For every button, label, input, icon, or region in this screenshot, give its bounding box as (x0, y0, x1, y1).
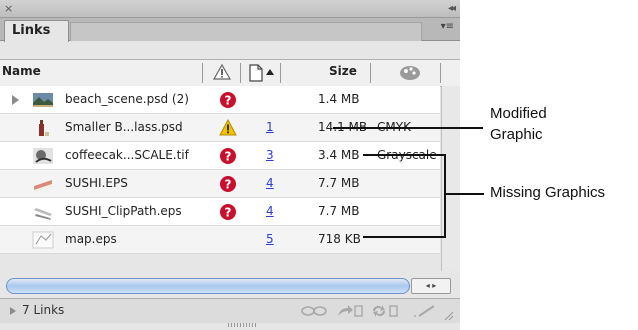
callout-line-missing (444, 193, 484, 195)
link-count: 7 Links (22, 303, 65, 317)
panel-menu-icon[interactable]: ▾≡ (441, 21, 454, 32)
column-name[interactable]: Name (2, 64, 41, 78)
callout-bracket-bottom (363, 236, 446, 238)
link-size: 1.4 MB (318, 92, 360, 106)
svg-text:?: ? (225, 94, 232, 108)
landscape-thumb-icon (32, 90, 54, 110)
link-filename: coffeecak...SCALE.tif (65, 148, 189, 162)
resize-grip-icon[interactable] (444, 311, 454, 321)
bottle-thumb-icon (32, 118, 54, 138)
link-row[interactable]: SUSHI.EPS? 4 7.7 MB (0, 170, 440, 198)
horizontal-scrollbar[interactable]: ◂ ▸ (6, 278, 451, 294)
scroll-thumb[interactable] (6, 278, 410, 294)
missing-link-icon[interactable]: ? (219, 203, 237, 221)
links-list: beach_scene.psd (2)? 1.4 MB Smaller B...la… (0, 86, 440, 254)
modified-link-icon[interactable] (219, 118, 237, 137)
scroll-arrows[interactable]: ◂ ▸ (411, 278, 451, 294)
sushi-clip-thumb-icon (32, 202, 54, 222)
link-row[interactable]: map.eps 5 718 KB (0, 226, 440, 254)
column-divider (240, 63, 241, 83)
expand-info-icon[interactable] (10, 307, 16, 315)
link-size: 718 KB (318, 232, 361, 246)
link-size: 7.7 MB (318, 176, 360, 190)
link-page-number[interactable]: 1 (266, 120, 274, 134)
link-size: 3.4 MB (318, 148, 360, 162)
sort-ascending-icon[interactable] (266, 69, 274, 75)
callout-bracket-top (363, 154, 446, 156)
sushi-thumb-icon (32, 174, 54, 194)
link-filename: map.eps (65, 232, 117, 246)
callout-bracket-side (444, 154, 446, 238)
tab-bar: Links ▾≡ (0, 18, 460, 42)
link-page-number[interactable]: 4 (266, 176, 274, 190)
tab-links[interactable]: Links (4, 20, 69, 42)
links-panel: × ◂◂ Links ▾≡ Name Size beach_scene.psd … (0, 0, 460, 330)
column-divider (280, 63, 281, 83)
missing-link-icon[interactable]: ? (219, 147, 237, 165)
panel-footer: 7 Links (0, 298, 460, 323)
missing-link-icon[interactable]: ? (219, 91, 237, 109)
grayscale-thumb-icon (32, 146, 54, 166)
panel-drag-handle[interactable] (228, 323, 258, 327)
status-column-icon[interactable] (212, 63, 232, 81)
link-filename: SUSHI_ClipPath.eps (65, 204, 182, 218)
column-header: Name Size (0, 59, 460, 87)
map-thumb-icon (32, 230, 54, 250)
update-link-icon[interactable] (370, 304, 400, 318)
link-page-number[interactable]: 4 (266, 204, 274, 218)
link-filename: beach_scene.psd (2) (65, 92, 189, 106)
collapse-icon[interactable]: ◂◂ (448, 1, 456, 16)
svg-text:?: ? (225, 206, 232, 220)
link-filename: SUSHI.EPS (65, 176, 128, 190)
color-space-column-icon[interactable] (398, 64, 422, 82)
link-row[interactable]: beach_scene.psd (2)? 1.4 MB (0, 86, 440, 114)
column-divider (440, 63, 441, 83)
relink-icon[interactable] (300, 304, 328, 318)
callout-missing-graphics: Missing Graphics (490, 184, 606, 201)
column-divider (202, 63, 203, 83)
column-divider (370, 63, 371, 83)
svg-text:?: ? (225, 178, 232, 192)
close-icon[interactable]: × (4, 1, 13, 16)
link-page-number[interactable]: 3 (266, 148, 274, 162)
tab-links-label: Links (12, 23, 51, 38)
callout-modified-graphic: Modified Graphic (490, 103, 547, 145)
svg-text:?: ? (225, 150, 232, 164)
callout-modified-line2: Graphic (490, 126, 543, 143)
go-to-link-icon[interactable] (336, 304, 364, 318)
link-page-number[interactable]: 5 (266, 232, 274, 246)
expand-row-icon[interactable] (12, 95, 19, 105)
missing-link-icon[interactable]: ? (219, 175, 237, 193)
link-filename: Smaller B...lass.psd (65, 120, 183, 134)
callout-modified-line1: Modified (490, 105, 547, 122)
callout-line-modified (333, 127, 483, 129)
edit-original-icon[interactable] (412, 304, 438, 318)
link-row[interactable]: SUSHI_ClipPath.eps? 4 7.7 MB (0, 198, 440, 226)
page-column-icon[interactable] (248, 63, 264, 83)
column-size[interactable]: Size (329, 64, 357, 78)
tab-bar-empty (70, 22, 422, 41)
link-size: 7.7 MB (318, 204, 360, 218)
link-row[interactable]: coffeecak...SCALE.tif?33.4 MBGrayscale (0, 142, 440, 170)
panel-titlebar: × ◂◂ (0, 0, 460, 18)
